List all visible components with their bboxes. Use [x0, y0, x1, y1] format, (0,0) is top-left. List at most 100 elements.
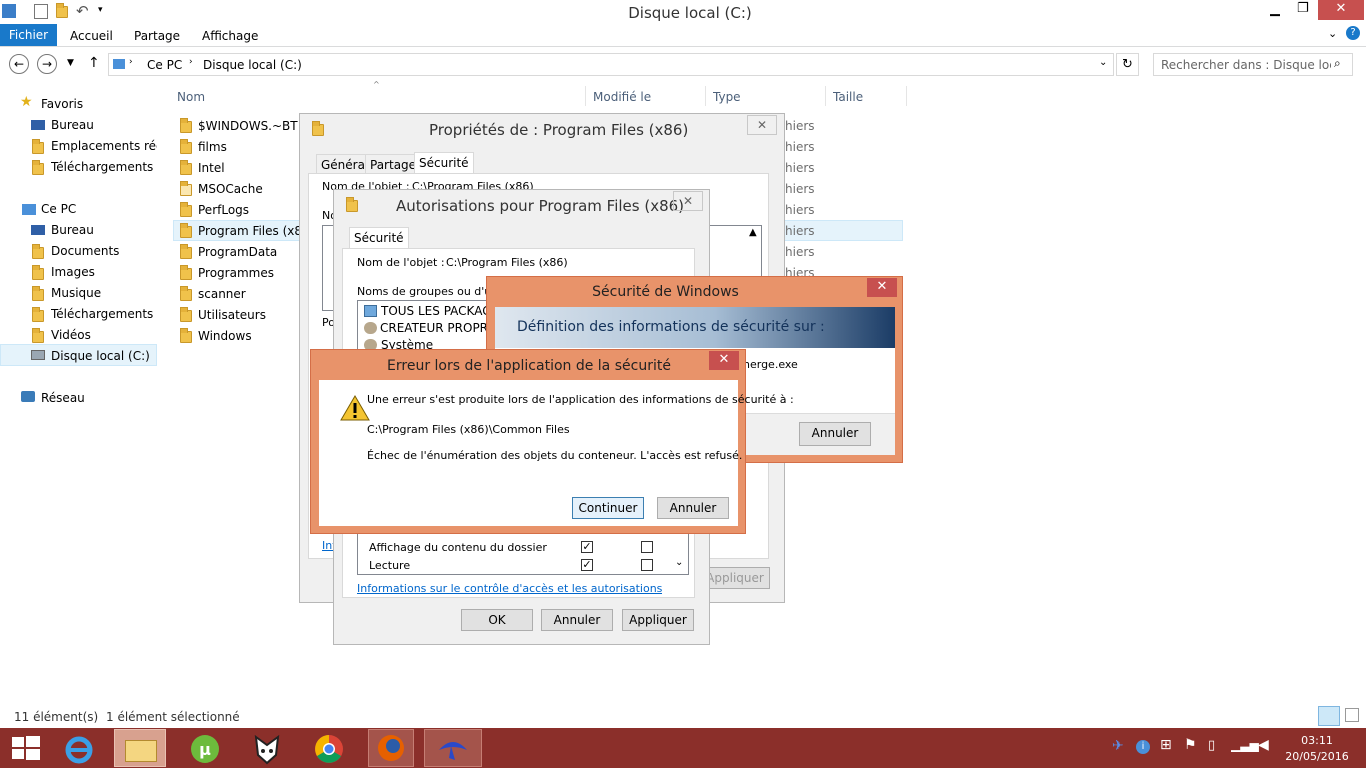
type-cell: hiers — [785, 224, 815, 238]
error-dialog: Erreur lors de l'application de la sécur… — [310, 349, 794, 534]
nav-ce-pc[interactable]: Ce PC — [41, 202, 76, 216]
nav-pc-videos[interactable]: Vidéos — [51, 328, 91, 342]
new-folder-icon[interactable] — [56, 3, 68, 18]
app-icon[interactable] — [2, 4, 16, 18]
properties-apply-button[interactable]: Appliquer — [700, 567, 770, 589]
address-bar[interactable]: › Ce PC › Disque local (C:) ⌄ — [108, 53, 1114, 76]
winsec-close-button[interactable]: ✕ — [867, 278, 897, 297]
minimize-button[interactable]: ▁ — [1270, 2, 1280, 17]
column-name[interactable]: Nom — [177, 90, 205, 104]
nav-fav-bureau[interactable]: Bureau — [51, 118, 94, 132]
tray-volume-icon[interactable]: ◀ — [1258, 737, 1269, 753]
deny-checkbox[interactable] — [641, 559, 653, 571]
breadcrumb-ce-pc[interactable]: Ce PC — [147, 58, 182, 72]
nav-pc-downloads[interactable]: Téléchargements — [51, 307, 153, 321]
firefox-icon[interactable] — [368, 729, 414, 767]
error-title: Erreur lors de l'application de la sécur… — [387, 358, 671, 374]
nav-pc-disque[interactable]: Disque local (C:) — [51, 349, 150, 363]
nav-pc-bureau[interactable]: Bureau — [51, 223, 94, 237]
tray-battery-icon[interactable]: ▯ — [1208, 738, 1215, 753]
cancel-button[interactable]: Annuler — [541, 609, 613, 631]
app-icon[interactable] — [424, 729, 482, 767]
ribbon-expand-icon[interactable]: ⌄ — [1328, 27, 1337, 40]
details-view-button[interactable] — [1318, 706, 1340, 726]
large-icons-view-button[interactable] — [1345, 708, 1359, 722]
winsec-cancel-button[interactable]: Annuler — [799, 422, 871, 446]
tray-info-icon[interactable]: i — [1136, 740, 1150, 754]
properties-close-button[interactable]: ✕ — [747, 115, 777, 135]
utorrent-icon[interactable]: µ — [186, 733, 224, 765]
recent-locations-icon[interactable]: ▼ — [67, 58, 74, 68]
scroll-down-icon[interactable]: ⌄ — [675, 557, 683, 568]
undo-icon[interactable]: ↶ — [76, 2, 89, 20]
tray-windows-icon[interactable]: ⊞ — [1160, 737, 1172, 753]
file-item[interactable]: films — [198, 140, 227, 154]
videos-icon — [32, 328, 44, 343]
forward-button[interactable]: → — [37, 54, 57, 74]
help-icon[interactable]: ? — [1346, 26, 1360, 40]
group-item[interactable]: TOUS LES PACKAGE — [381, 304, 499, 318]
warning-icon — [340, 395, 370, 421]
nav-reseau[interactable]: Réseau — [41, 391, 85, 405]
group-item[interactable]: CREATEUR PROPRIE — [380, 321, 499, 335]
nav-fav-recent[interactable]: Emplacements récen — [51, 139, 157, 153]
winsec-header-text: Définition des informations de sécurité … — [517, 319, 825, 335]
refresh-button[interactable]: ↻ — [1116, 53, 1139, 76]
nav-fav-downloads[interactable]: Téléchargements — [51, 160, 153, 174]
allow-checkbox[interactable]: ✓ — [581, 541, 593, 553]
file-item[interactable]: Windows — [198, 329, 252, 343]
search-input[interactable]: Rechercher dans : Disque loca... ⌕ — [1153, 53, 1353, 76]
tab-partage[interactable]: Partage — [134, 29, 180, 43]
tray-flag-icon[interactable]: ⚑ — [1184, 737, 1197, 753]
nav-pc-documents[interactable]: Documents — [51, 244, 119, 258]
tray-network-icon[interactable]: ▁▃▅ — [1231, 738, 1259, 752]
ok-button[interactable]: OK — [461, 609, 533, 631]
close-button[interactable]: ✕ — [1318, 0, 1364, 20]
properties-icon[interactable] — [34, 4, 48, 19]
chrome-icon[interactable] — [310, 733, 348, 765]
fox-app-icon[interactable] — [248, 733, 286, 765]
file-item[interactable]: PerfLogs — [198, 203, 249, 217]
up-button[interactable]: ↑ — [88, 55, 100, 71]
scroll-up-icon[interactable]: ▲ — [749, 227, 757, 238]
nav-pc-musique[interactable]: Musique — [51, 286, 101, 300]
tab-fichier[interactable]: Fichier — [0, 24, 57, 46]
column-type[interactable]: Type — [713, 90, 741, 104]
file-item[interactable]: Program Files (x86) — [198, 224, 314, 238]
file-item[interactable]: scanner — [198, 287, 246, 301]
deny-checkbox[interactable] — [641, 541, 653, 553]
file-item[interactable]: Intel — [198, 161, 225, 175]
continue-button[interactable]: Continuer — [572, 497, 644, 519]
maximize-button[interactable]: ❐ — [1297, 1, 1309, 16]
file-item[interactable]: $WINDOWS.~BT — [198, 119, 298, 133]
file-item[interactable]: Utilisateurs — [198, 308, 266, 322]
error-close-button[interactable]: ✕ — [709, 351, 739, 370]
folder-graphic — [125, 740, 157, 762]
qat-dropdown-icon[interactable]: ▾ — [98, 5, 103, 15]
tab-securite[interactable]: Sécurité — [414, 152, 474, 175]
file-item[interactable]: MSOCache — [198, 182, 263, 196]
error-cancel-button[interactable]: Annuler — [657, 497, 729, 519]
access-control-info-link[interactable]: Informations sur le contrôle d'accès et … — [357, 582, 662, 595]
breadcrumb-disque[interactable]: Disque local (C:) — [203, 58, 302, 72]
internet-explorer-icon[interactable] — [60, 733, 98, 765]
file-item[interactable]: Programmes — [198, 266, 274, 280]
start-button[interactable] — [8, 733, 44, 763]
back-button[interactable]: ← — [9, 54, 29, 74]
nav-pc-images[interactable]: Images — [51, 265, 95, 279]
permissions-close-button[interactable]: ✕ — [673, 191, 703, 211]
tab-securite[interactable]: Sécurité — [349, 227, 409, 250]
tab-accueil[interactable]: Accueil — [70, 29, 113, 43]
apply-button[interactable]: Appliquer — [622, 609, 694, 631]
file-item[interactable]: ProgramData — [198, 245, 277, 259]
clock-date[interactable]: 20/05/2016 — [1284, 750, 1350, 763]
column-size[interactable]: Taille — [833, 90, 863, 104]
tab-affichage[interactable]: Affichage — [202, 29, 258, 43]
address-dropdown-icon[interactable]: ⌄ — [1099, 57, 1107, 68]
allow-checkbox[interactable]: ✓ — [581, 559, 593, 571]
column-modified[interactable]: Modifié le — [593, 90, 651, 104]
clock-time[interactable]: 03:11 — [1288, 734, 1346, 747]
nav-favoris[interactable]: Favoris — [41, 97, 83, 111]
tray-user-icon[interactable]: ✈ — [1112, 738, 1124, 754]
file-explorer-icon[interactable] — [114, 729, 166, 767]
